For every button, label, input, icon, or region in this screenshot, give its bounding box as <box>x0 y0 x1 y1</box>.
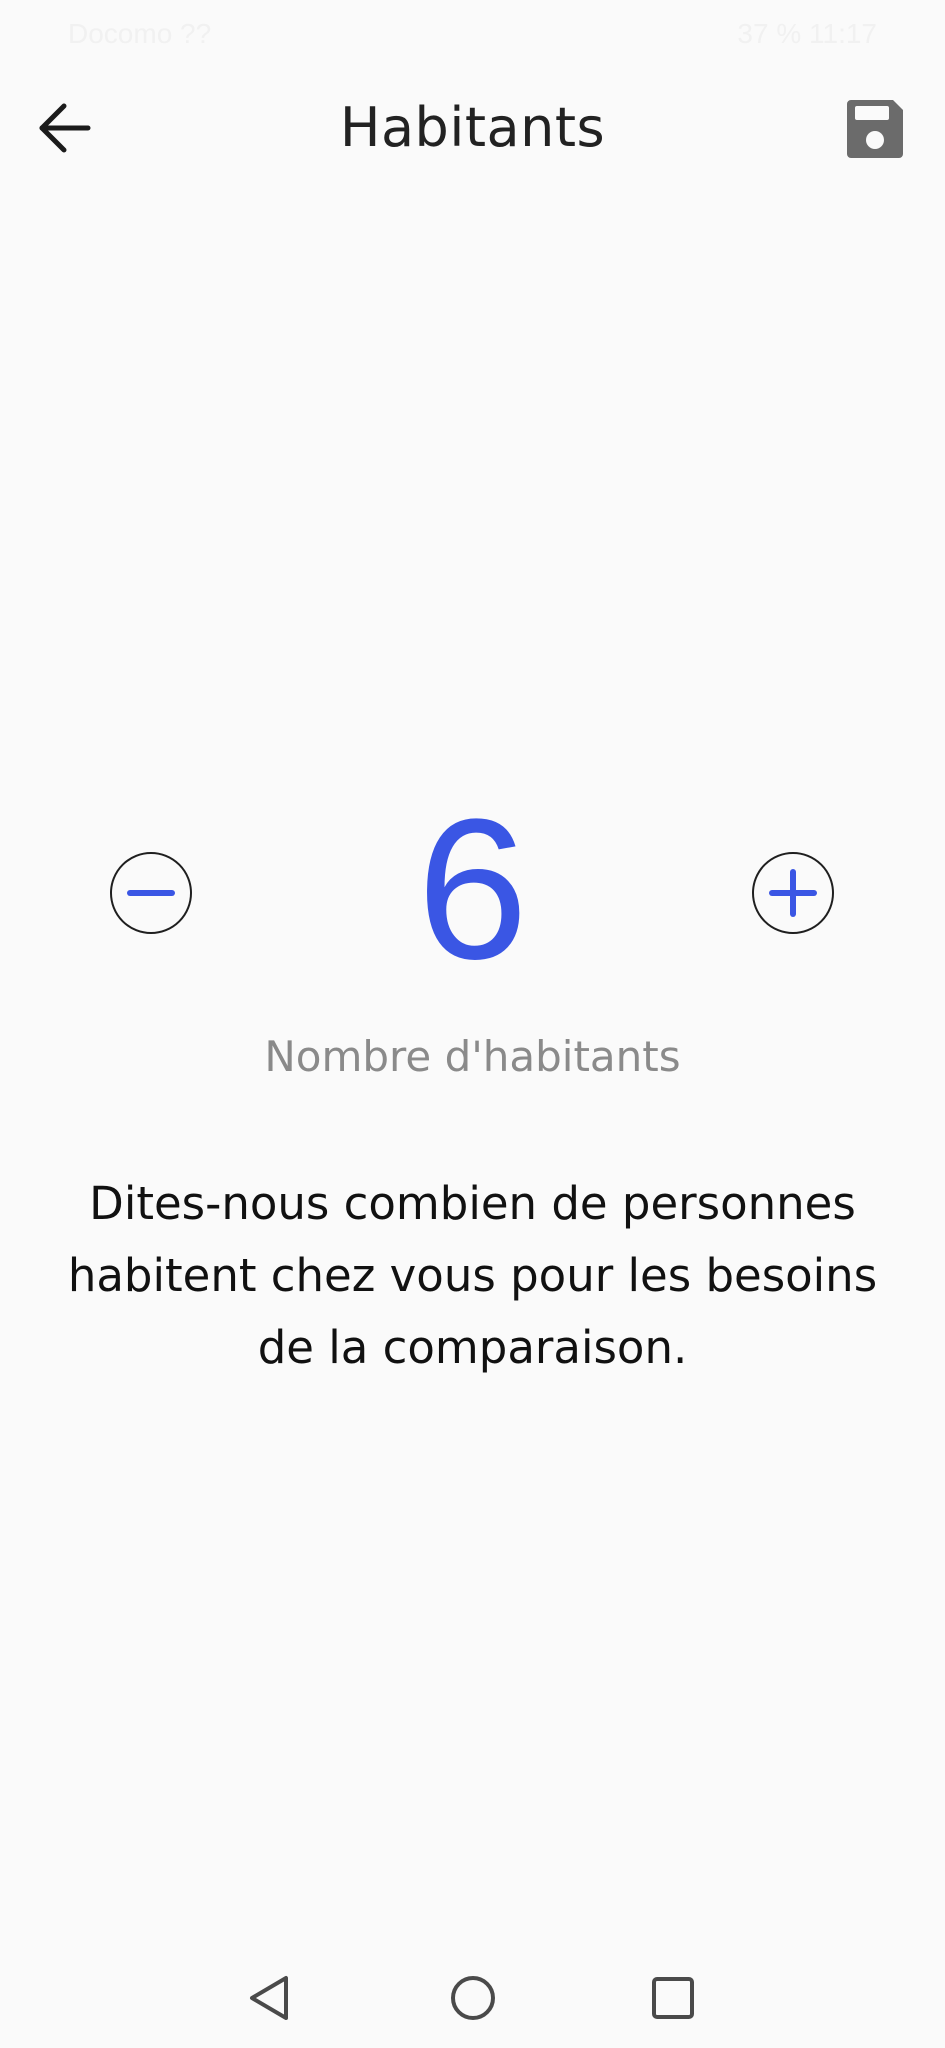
nav-recents-button[interactable] <box>645 1970 701 2026</box>
habitants-stepper: 6 <box>0 780 945 1000</box>
status-carrier: Docomo ?? <box>68 18 212 49</box>
floppy-disk-icon <box>847 100 903 158</box>
plus-circle-icon <box>769 869 817 917</box>
description-text: Dites-nous combien de personnes habitent… <box>67 1177 878 1374</box>
circle-home-icon <box>451 1976 495 2020</box>
square-recents-icon <box>652 1977 694 2019</box>
count-label: Nombre d'habitants <box>264 1032 681 1081</box>
nav-home-button[interactable] <box>445 1970 501 2026</box>
triangle-back-icon <box>250 1976 288 2020</box>
app-bar: Habitants <box>0 70 945 185</box>
nav-back-button[interactable] <box>242 1970 298 2026</box>
status-bar: Docomo ?? 37 % 11:17 <box>0 0 945 70</box>
page-title: Habitants <box>339 96 606 159</box>
increment-button[interactable] <box>752 852 834 934</box>
save-button[interactable] <box>837 90 913 166</box>
system-nav-bar <box>0 1940 945 2048</box>
screen: Docomo ?? 37 % 11:17 Habitants 6 Nombre … <box>0 0 945 2048</box>
status-right: 37 % 11:17 <box>737 18 877 49</box>
